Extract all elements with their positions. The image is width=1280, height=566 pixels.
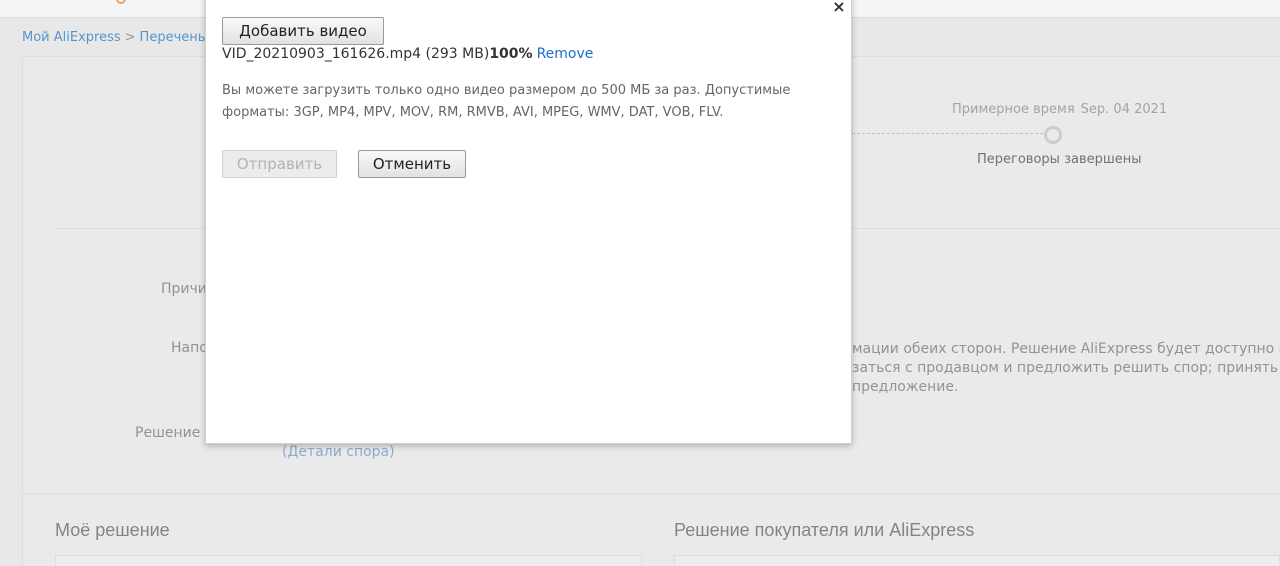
close-icon[interactable]: × — [830, 0, 848, 17]
add-video-button[interactable]: Добавить видео — [222, 17, 384, 45]
send-button[interactable]: Отправить — [222, 150, 337, 178]
upload-hint-line: Вы можете загрузить только одно видео ра… — [222, 83, 791, 98]
cancel-button[interactable]: Отменить — [358, 150, 466, 178]
video-upload-dialog: × Добавить видео VID_20210903_161626.mp4… — [205, 0, 852, 444]
remove-file-link[interactable]: Remove — [537, 46, 594, 62]
file-name: VID_20210903_161626.mp4 (293 MB) — [222, 46, 490, 62]
uploaded-file-row: VID_20210903_161626.mp4 (293 MB)100% Remo… — [222, 46, 593, 62]
upload-hint: Вы можете загрузить только одно видео ра… — [222, 80, 791, 124]
upload-progress: 100% — [489, 46, 533, 62]
upload-hint-line: форматы: 3GP, MP4, MPV, MOV, RM, RMVB, A… — [222, 105, 724, 120]
